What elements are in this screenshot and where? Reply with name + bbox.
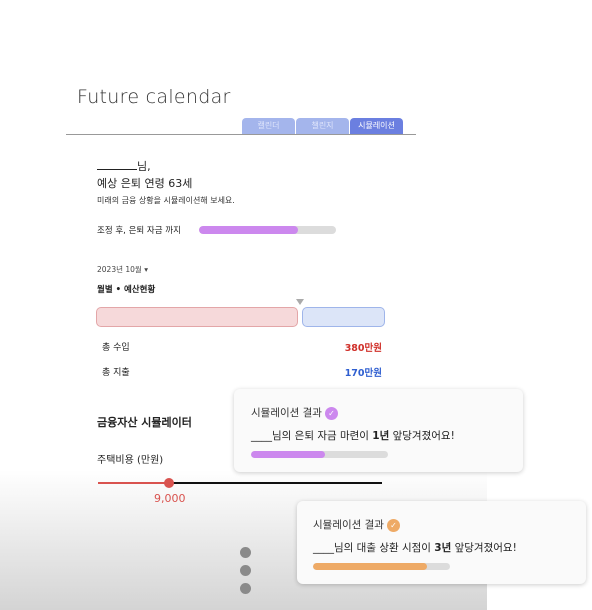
check-icon: ✓ xyxy=(386,518,400,532)
retire-progress-fill xyxy=(199,226,298,234)
user-greeting: 님, xyxy=(97,158,151,174)
tab-challenge[interactable]: 챌린지 xyxy=(296,118,349,134)
result-card-retire: 시뮬레이션 결과 ✓ ____님의 은퇴 자금 마련이 1년 앞당겨졌어요! xyxy=(234,389,523,472)
simulator-title: 금융자산 시뮬레이터 xyxy=(97,416,192,429)
progress-label: 조정 후, 은퇴 자금 까지 xyxy=(97,226,181,236)
expense-bar xyxy=(302,307,385,327)
income-value: 380만원 xyxy=(344,343,382,354)
result-progress-bar xyxy=(251,451,388,458)
tab-calendar[interactable]: 캘린더 xyxy=(242,118,295,134)
result-title: 시뮬레이션 결과 ✓ xyxy=(251,405,338,420)
pagination-dot[interactable] xyxy=(240,583,251,594)
expense-label: 총 지출 xyxy=(102,368,130,378)
slider-label: 주택비용 (만원) xyxy=(97,455,164,466)
result-card-loan: 시뮬레이션 결과 ✓ ____님의 대출 상환 시점이 3년 앞당겨졌어요! xyxy=(297,501,586,584)
slider-thumb[interactable] xyxy=(164,478,174,488)
check-icon: ✓ xyxy=(324,406,338,420)
result-progress-bar xyxy=(313,563,450,570)
budget-title: 월별 • 예산현황 xyxy=(97,285,156,295)
result-title: 시뮬레이션 결과 ✓ xyxy=(313,517,400,532)
retire-progress-bar xyxy=(199,226,336,234)
slider-fill xyxy=(98,482,169,484)
pagination-dot[interactable] xyxy=(240,547,251,558)
retire-age: 예상 은퇴 연령 63세 xyxy=(97,177,193,190)
result-progress-fill xyxy=(313,563,427,570)
result-progress-fill xyxy=(251,451,325,458)
result-text: ____님의 은퇴 자금 마련이 1년 앞당겨졌어요! xyxy=(251,430,455,442)
expense-value: 170만원 xyxy=(344,368,382,379)
income-label: 총 수입 xyxy=(102,343,130,353)
result-text: ____님의 대출 상환 시점이 3년 앞당겨졌어요! xyxy=(313,542,517,554)
divider xyxy=(66,134,416,135)
app-title: Future calendar xyxy=(77,86,231,108)
tab-simulation[interactable]: 시뮬레이션 xyxy=(350,118,403,134)
pagination-dot[interactable] xyxy=(240,565,251,576)
marker-triangle xyxy=(296,299,304,305)
income-bar xyxy=(96,307,298,327)
month-selector[interactable]: 2023년 10월 ▾ xyxy=(97,264,148,275)
slider-value: 9,000 xyxy=(154,492,186,505)
hint-text: 미래의 금융 상황을 시뮬레이션해 보세요. xyxy=(97,196,235,205)
